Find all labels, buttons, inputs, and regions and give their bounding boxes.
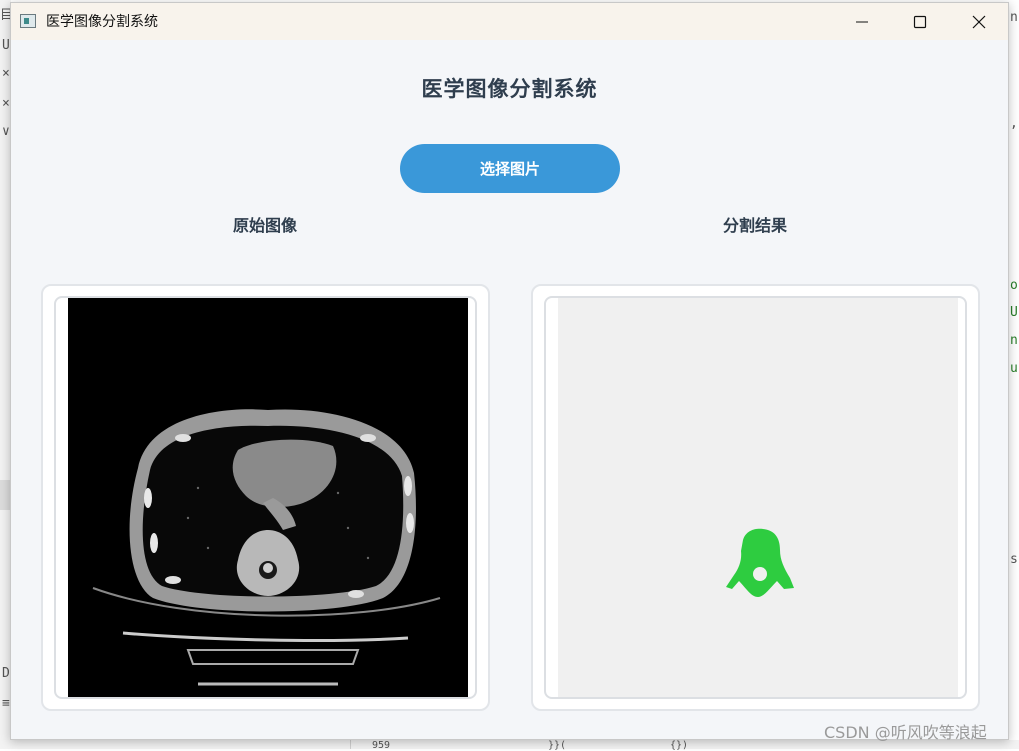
segmentation-result-panel [531,284,980,711]
background-fragment: {}) [670,740,689,751]
segmentation-result-label: 分割结果 [722,216,787,235]
background-fragment: × [2,66,10,81]
title-bar[interactable]: 医学图像分割系统 [11,3,1008,40]
background-fragment: }}( [548,740,567,751]
background-fragment: U [2,38,10,53]
background-fragment: n [1010,333,1018,348]
close-icon [972,15,986,29]
minimize-icon [856,21,868,23]
segmentation-mask-image [558,298,958,697]
background-divider [350,740,351,749]
original-image-label: 原始图像 [232,216,297,235]
select-image-button[interactable]: 选择图片 [400,144,620,193]
background-fragment: s [1010,552,1018,567]
page-title: 医学图像分割系统 [421,76,598,101]
background-fragment: n [1010,10,1018,25]
background-fragment: u [1010,361,1018,376]
original-image-frame [54,296,477,699]
maximize-icon [913,15,927,29]
background-fragment: ≡ [2,696,10,711]
window-title: 医学图像分割系统 [46,14,158,30]
background-fragment: o [1010,278,1018,293]
background-fragment: , [1010,116,1018,131]
segmentation-result-frame [544,296,967,699]
minimize-button[interactable] [839,3,885,40]
background-fragment: ∨ [2,124,10,139]
app-content: 医学图像分割系统 选择图片 原始图像 分割结果 [11,40,1008,739]
maximize-button[interactable] [897,3,943,40]
app-window: 医学图像分割系统 医学图像分割系统 选择图片 原始图像 分割结果 [10,2,1009,740]
background-fragment: D [2,666,10,681]
original-image-panel [41,284,490,711]
original-ct-image [68,298,468,697]
background-fragment: 959 [372,740,391,751]
background-fragment: × [2,96,10,111]
close-button[interactable] [956,3,1002,40]
watermark: CSDN @听风吹等浪起 [824,723,987,742]
app-window-icon [20,14,36,28]
background-fragment: U [1010,305,1018,320]
